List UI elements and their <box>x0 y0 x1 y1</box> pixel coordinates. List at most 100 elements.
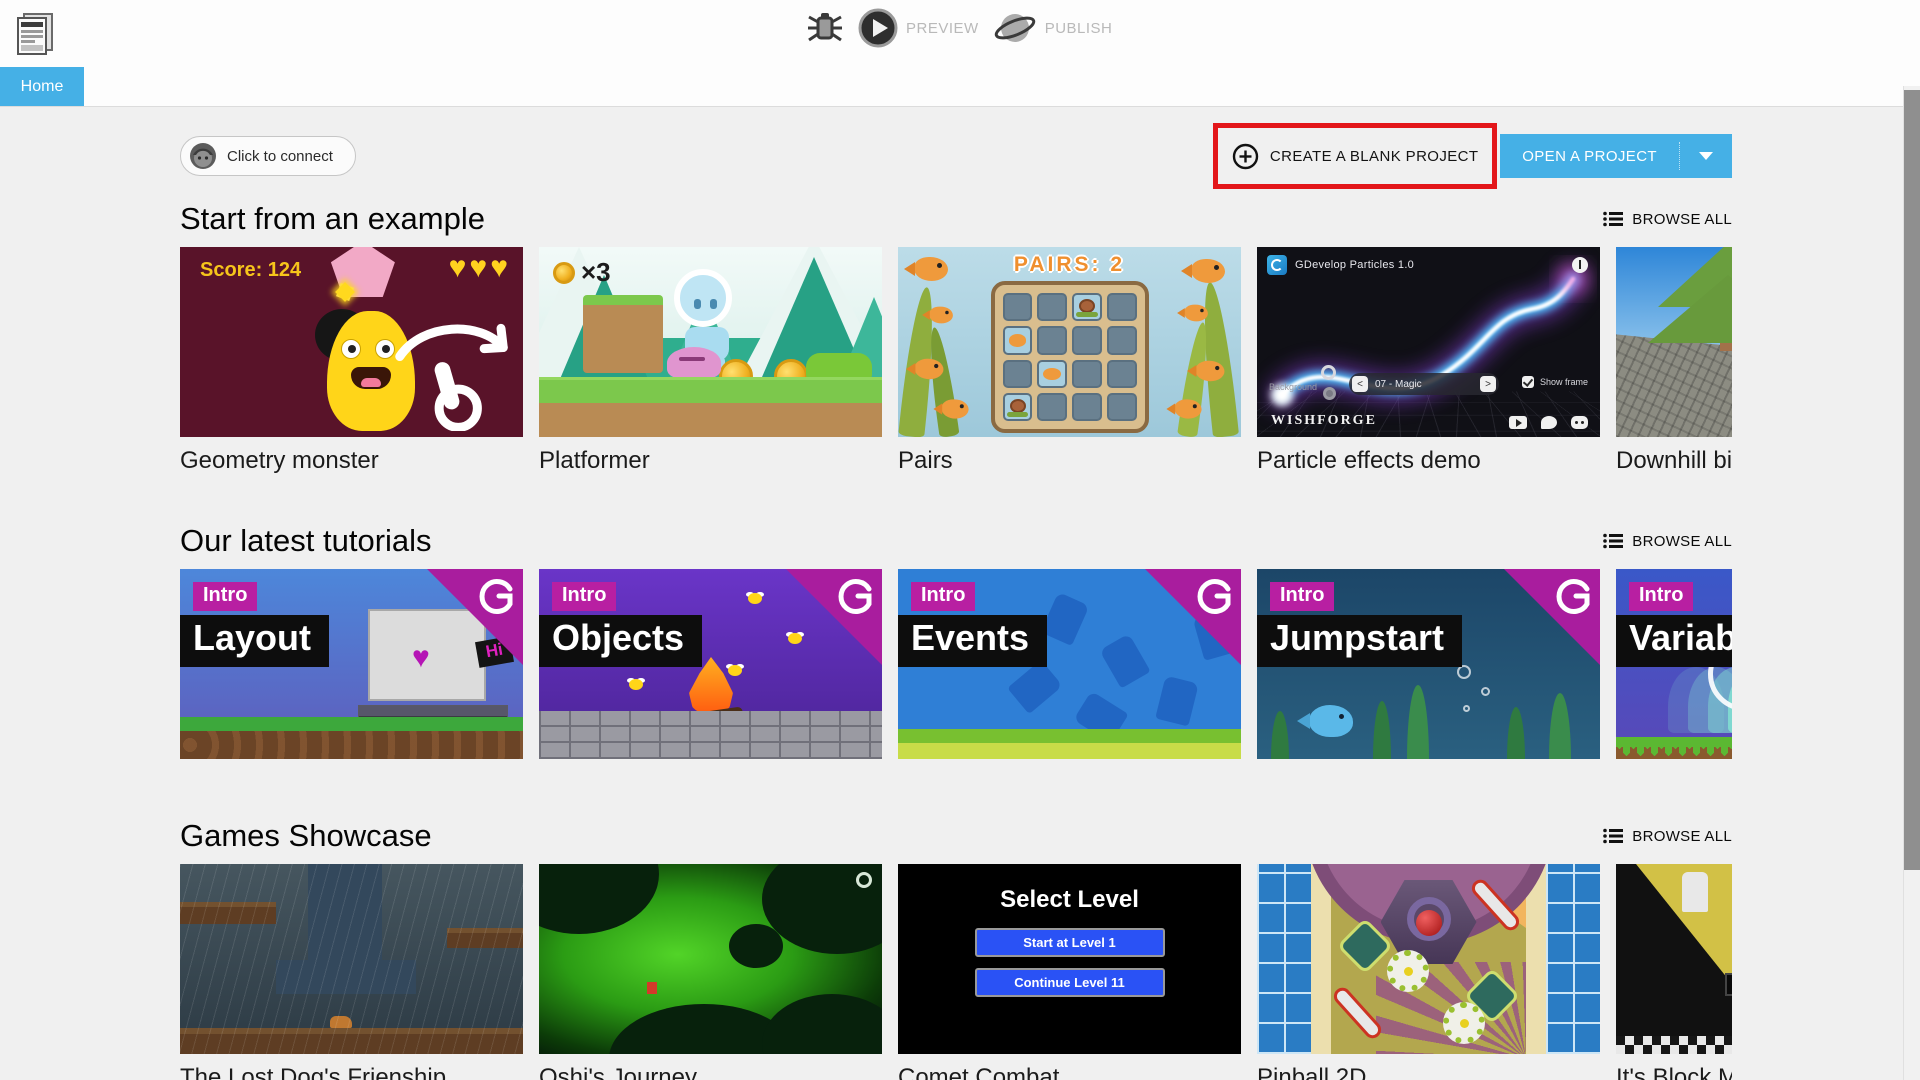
pairs-tile <box>1106 392 1137 421</box>
pairs-tile-fish <box>1037 359 1067 388</box>
card-caption: The Lost Dog's Frienship <box>180 1064 447 1080</box>
prev-arrow-icon: < <box>1352 376 1368 392</box>
open-project-main[interactable]: OPEN A PROJECT <box>1500 134 1679 178</box>
card-oshi-journey[interactable]: Oshi's Journey <box>539 864 882 1080</box>
connect-button[interactable]: Click to connect <box>180 136 356 176</box>
open-project-dropdown[interactable] <box>1680 134 1732 178</box>
pairs-tile <box>1037 326 1067 355</box>
player-character <box>647 982 657 994</box>
card-tutorial-events[interactable]: Intro Events <box>898 569 1241 759</box>
platform-block <box>583 295 663 373</box>
info-icon <box>1572 257 1588 273</box>
section-examples: Start from an example BROWSE ALL Score: … <box>180 197 1732 475</box>
card-lost-dog[interactable]: The Lost Dog's Frienship <box>180 864 523 1080</box>
seaweed-shape <box>1549 693 1571 759</box>
section-tutorials-head: Our latest tutorials BROWSE ALL <box>180 519 1732 563</box>
browse-all-showcase[interactable]: BROWSE ALL <box>1603 828 1732 845</box>
checkbox-icon <box>1521 376 1534 388</box>
project-manager-icon[interactable] <box>12 8 58 56</box>
tutorial-badge: Intro <box>1270 582 1335 611</box>
pairs-tile <box>1106 326 1137 355</box>
character-shape <box>1040 591 1090 647</box>
scrollbar-track[interactable] <box>1903 86 1920 1080</box>
social-icons <box>1509 416 1588 429</box>
planet-icon <box>994 14 1035 42</box>
card-thumbnail: Select Level Start at Level 1 Continue L… <box>898 864 1241 1054</box>
card-thumbnail: GDevelop Particles 1.0 Background < 07 -… <box>1257 247 1600 437</box>
youtube-icon <box>1509 416 1527 429</box>
card-caption: Pairs <box>898 447 953 474</box>
card-tutorial-jumpstart[interactable]: Intro Jumpstart <box>1257 569 1600 759</box>
card-thumbnail: Intro Variab +1 <box>1616 569 1732 759</box>
coin-counter: ×3 <box>553 257 611 288</box>
background-label: Background <box>1269 382 1318 392</box>
browse-all-examples[interactable]: BROWSE ALL <box>1603 211 1732 228</box>
swipe-hand-icon <box>395 324 508 431</box>
preset-label: 07 - Magic <box>1375 378 1422 390</box>
card-tutorial-variables[interactable]: Intro Variab +1 <box>1616 569 1732 759</box>
hearts-icons: ♥♥♥ <box>448 251 511 284</box>
scrollbar-thumb[interactable] <box>1904 90 1920 870</box>
play-icon <box>858 8 898 48</box>
tutorial-badge: Intro <box>552 582 617 611</box>
card-its-block[interactable]: BLOCKS It's Block Ma <box>1616 864 1732 1080</box>
fish-shape <box>1187 360 1225 382</box>
section-showcase: Games Showcase BROWSE ALL The Lost Dog's… <box>180 814 1732 1080</box>
hero-actions: CREATE A BLANK PROJECT OPEN A PROJECT <box>1213 123 1732 189</box>
tutorial-badge: Intro <box>193 582 258 611</box>
dirt-strip <box>539 403 882 437</box>
pairs-board <box>990 281 1149 433</box>
preview-button[interactable]: PREVIEW <box>858 8 979 48</box>
character-shape <box>1007 659 1063 715</box>
create-blank-project-label: CREATE A BLANK PROJECT <box>1269 147 1479 165</box>
seaweed-shape <box>1407 685 1429 759</box>
card-caption: Pinball 2D <box>1257 1064 1367 1080</box>
pairs-tile <box>1072 326 1102 355</box>
avatar-icon <box>190 143 216 169</box>
examples-viewport: Score: 124 ♥♥♥ Geometry monster ×3 Platf… <box>180 247 1732 475</box>
list-icon <box>1603 533 1624 549</box>
card-platformer[interactable]: ×3 Platformer <box>539 247 882 475</box>
card-thumbnail <box>1257 864 1600 1054</box>
card-comet-combat[interactable]: Select Level Start at Level 1 Continue L… <box>898 864 1241 1080</box>
fish-shape <box>933 399 969 419</box>
tab-home[interactable]: Home <box>0 67 84 106</box>
tutorials-viewport: Intro Layout ♥ Hi Intro Objects Intro Ev… <box>180 569 1732 759</box>
card-tutorial-objects[interactable]: Intro Objects <box>539 569 882 759</box>
grass-strip <box>539 377 882 403</box>
card-geometry-monster[interactable]: Score: 124 ♥♥♥ Geometry monster <box>180 247 523 475</box>
card-caption: Downhill bik <box>1616 447 1732 474</box>
pairs-tile-snail <box>1002 392 1033 421</box>
seaweed-shape <box>1507 707 1525 759</box>
gdevelop-logo-icon <box>479 579 513 614</box>
browse-all-label: BROWSE ALL <box>1632 532 1732 550</box>
card-pinball-2d[interactable]: Pinball 2D <box>1257 864 1600 1080</box>
card-caption: Platformer <box>539 447 650 474</box>
card-particle-effects[interactable]: GDevelop Particles 1.0 Background < 07 -… <box>1257 247 1600 475</box>
fish-character <box>1297 705 1353 737</box>
pairs-tile <box>1106 293 1137 322</box>
continue-level-button: Continue Level 11 <box>974 968 1165 997</box>
card-downhill-bike[interactable]: G Downhill bik <box>1616 247 1732 475</box>
publish-button[interactable]: PUBLISH <box>993 8 1113 48</box>
fish-shape <box>1008 334 1027 347</box>
tutorial-title: Layout <box>180 615 330 667</box>
create-blank-project-button[interactable]: CREATE A BLANK PROJECT <box>1228 137 1483 176</box>
toolbar: PREVIEW PUBLISH Home <box>0 0 1920 107</box>
card-thumbnail: Score: 124 ♥♥♥ <box>180 247 523 437</box>
toolbar-center: PREVIEW PUBLISH <box>806 8 1112 48</box>
card-thumbnail: Intro Layout ♥ Hi <box>180 569 523 759</box>
monster-tongue <box>361 378 381 387</box>
home-content: Click to connect CREATE A BLANK PROJECT <box>0 108 1920 1080</box>
pairs-tile <box>1002 359 1033 388</box>
card-pairs[interactable]: PAIRS: 2 Pairs <box>898 247 1241 475</box>
hero-row: Click to connect CREATE A BLANK PROJECT <box>180 123 1732 189</box>
debug-button[interactable] <box>806 8 844 48</box>
bee-shape <box>629 679 643 690</box>
chevron-down-icon <box>1699 152 1713 160</box>
gdevelop-logo-icon <box>1267 255 1287 275</box>
section-showcase-head: Games Showcase BROWSE ALL <box>180 814 1732 858</box>
browse-all-tutorials[interactable]: BROWSE ALL <box>1603 533 1732 550</box>
card-tutorial-layout[interactable]: Intro Layout ♥ Hi <box>180 569 523 759</box>
blocks-sign: BLOCKS <box>1724 973 1732 996</box>
